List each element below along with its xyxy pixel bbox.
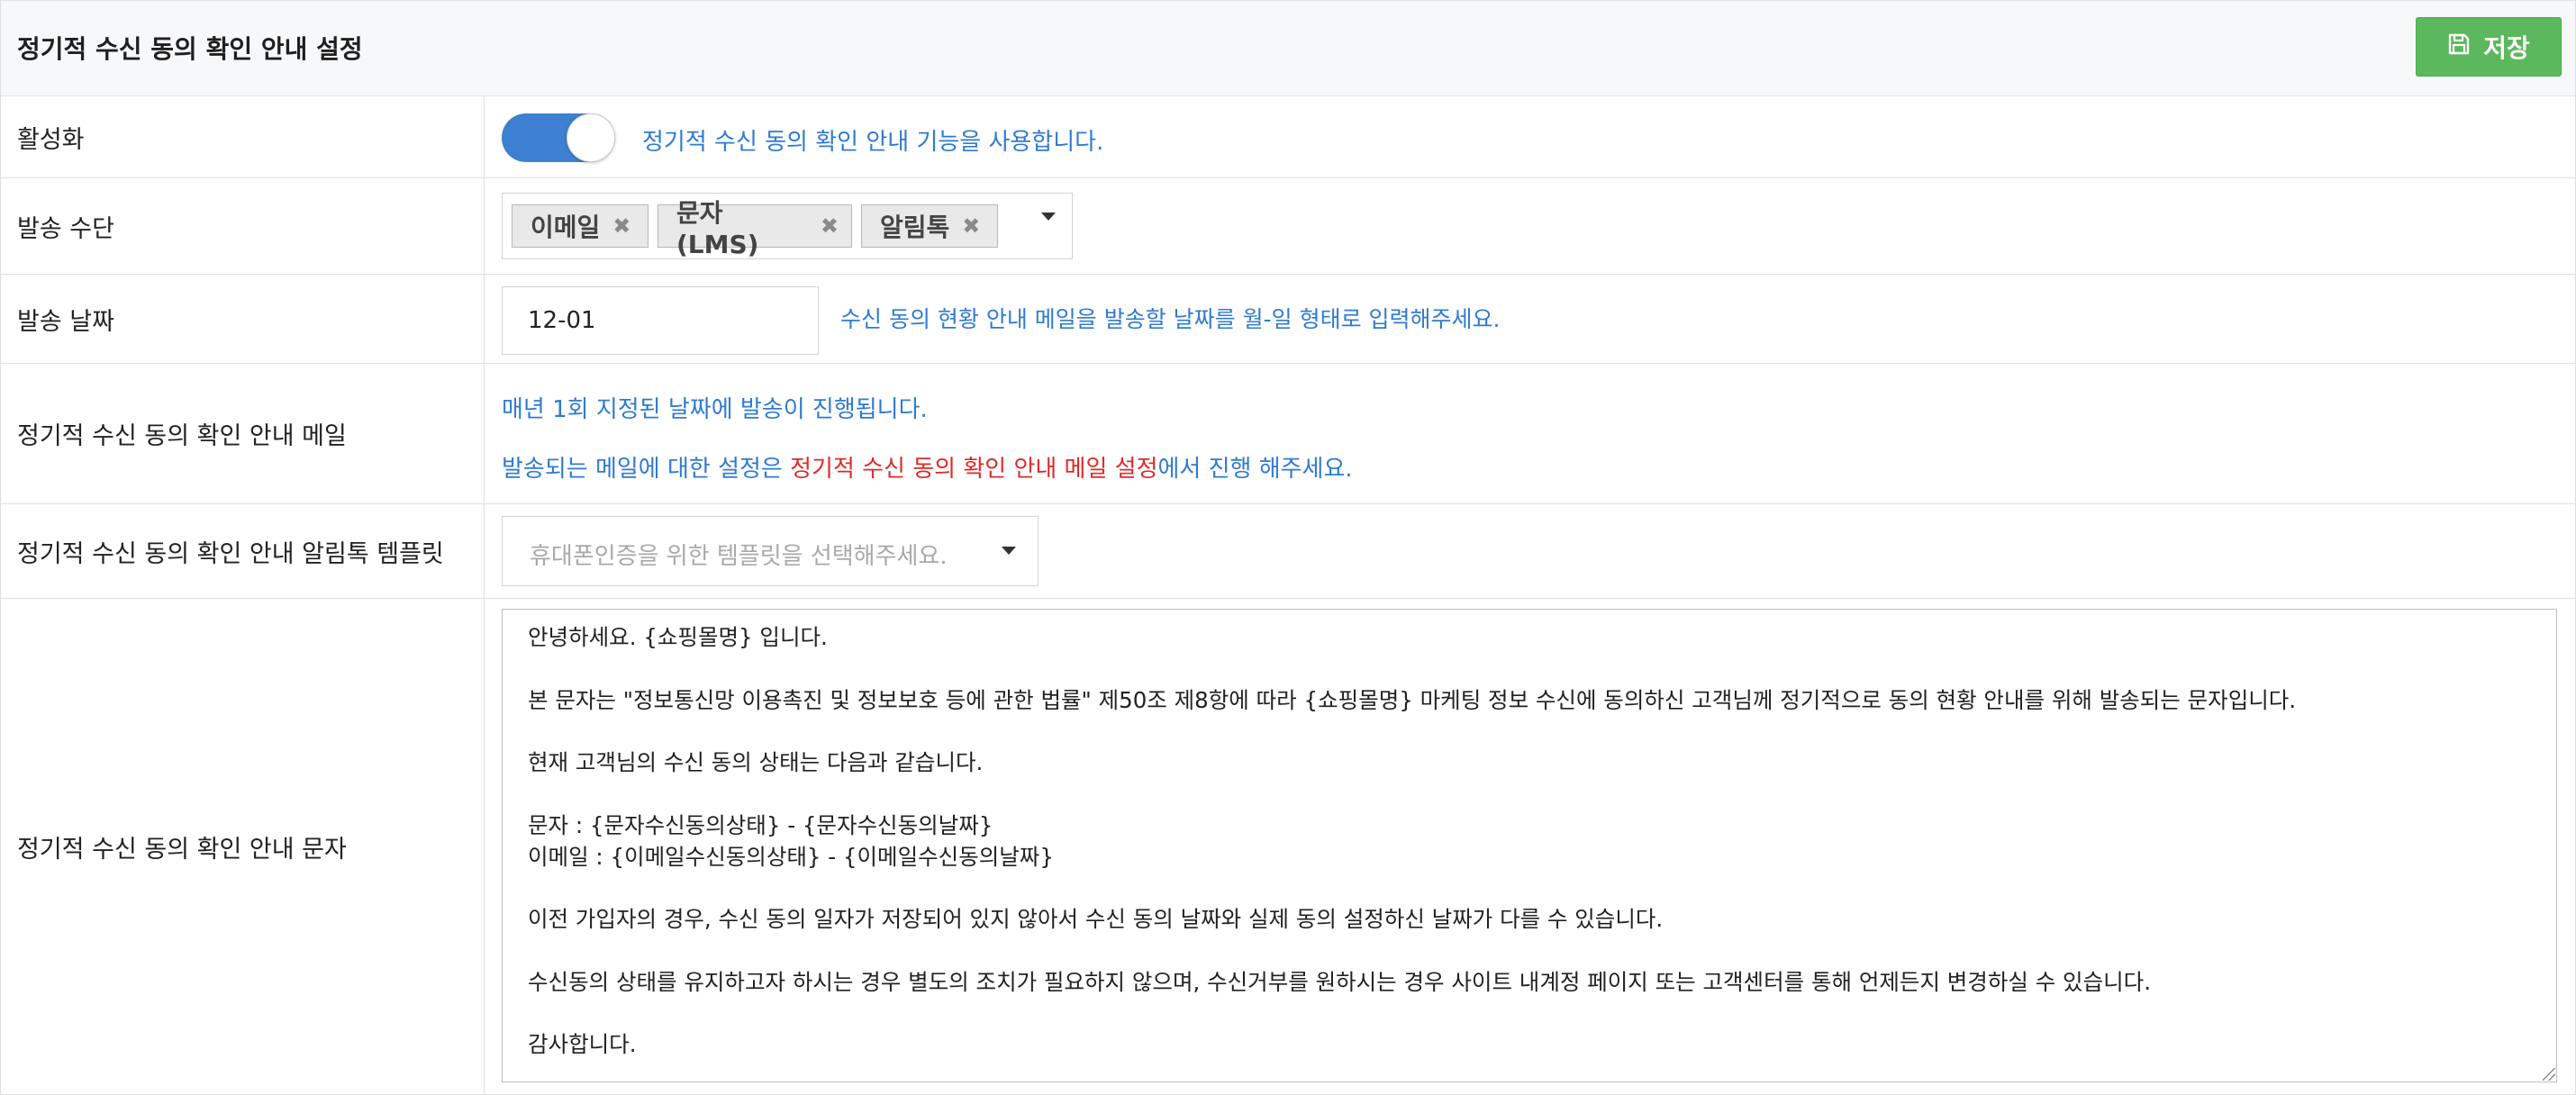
alimtalk-template-value: 휴대폰인증을 위한 템플릿을 선택해주세요. [485, 504, 2575, 598]
page-title: 정기적 수신 동의 확인 안내 설정 [17, 34, 363, 64]
send-method-value: 이메일 ✖ 문자 (LMS) ✖ 알림톡 ✖ [485, 178, 2575, 274]
send-date-input[interactable] [502, 286, 819, 355]
tag-alimtalk: 알림톡 ✖ [861, 204, 998, 248]
send-method-label: 발송 수단 [1, 178, 485, 274]
toggle-knob [567, 113, 615, 162]
send-method-multiselect[interactable]: 이메일 ✖ 문자 (LMS) ✖ 알림톡 ✖ [502, 193, 1073, 259]
send-method-row: 발송 수단 이메일 ✖ 문자 (LMS) ✖ 알림톡 ✖ [1, 178, 2575, 275]
alimtalk-template-row: 정기적 수신 동의 확인 안내 알림톡 템플릿 휴대폰인증을 위한 템플릿을 선… [1, 504, 2575, 599]
mail-settings-link[interactable]: 정기적 수신 동의 확인 안내 메일 설정 [790, 456, 1157, 483]
mail-info-line: 매년 1회 지정된 날짜에 발송이 진행됩니다. [502, 396, 928, 423]
tag-label: 알림톡 [880, 213, 950, 242]
mail-settings-line: 발송되는 메일에 대한 설정은 정기적 수신 동의 확인 안내 메일 설정에서 … [502, 450, 1353, 484]
mail-settings-prefix: 발송되는 메일에 대한 설정은 [502, 456, 791, 483]
send-date-help: 수신 동의 현황 안내 메일을 발송할 날짜를 월-일 형태로 입력해주세요. [840, 306, 1501, 332]
mail-value: 매년 1회 지정된 날짜에 발송이 진행됩니다. 발송되는 메일에 대한 설정은… [485, 364, 2575, 503]
save-button[interactable]: 저장 [2416, 17, 2562, 77]
resize-handle-icon[interactable] [2543, 1068, 2555, 1081]
tag-label: 이메일 [531, 213, 601, 242]
save-button-label: 저장 [2483, 33, 2530, 63]
mail-row: 정기적 수신 동의 확인 안내 메일 매년 1회 지정된 날짜에 발송이 진행됩… [1, 364, 2575, 504]
tag-email: 이메일 ✖ [512, 204, 649, 248]
sms-message-textarea[interactable] [502, 609, 2557, 1082]
select-placeholder: 휴대폰인증을 위한 템플릿을 선택해주세요. [530, 543, 948, 570]
chevron-down-icon[interactable] [1041, 213, 1056, 221]
activation-description: 정기적 수신 동의 확인 안내 기능을 사용합니다. [642, 129, 1104, 156]
send-date-value: 수신 동의 현황 안내 메일을 발송할 날짜를 월-일 형태로 입력해주세요. [485, 275, 2575, 363]
settings-panel: 정기적 수신 동의 확인 안내 설정 저장 활성화 정기적 수신 동의 확인 안… [0, 0, 2576, 1095]
panel-header: 정기적 수신 동의 확인 안내 설정 저장 [1, 1, 2575, 96]
activation-toggle[interactable] [502, 113, 615, 162]
mail-settings-suffix: 에서 진행 해주세요. [1157, 456, 1353, 483]
mail-label: 정기적 수신 동의 확인 안내 메일 [1, 364, 485, 503]
close-icon[interactable]: ✖ [821, 213, 839, 239]
tag-sms-lms: 문자 (LMS) ✖ [658, 198, 852, 259]
alimtalk-template-label: 정기적 수신 동의 확인 안내 알림톡 템플릿 [1, 504, 485, 598]
sms-label: 정기적 수신 동의 확인 안내 문자 [1, 599, 485, 1094]
close-icon[interactable]: ✖ [962, 213, 980, 239]
activation-label: 활성화 [1, 96, 485, 177]
chevron-down-icon[interactable] [1002, 547, 1016, 555]
alimtalk-template-select[interactable]: 휴대폰인증을 위한 템플릿을 선택해주세요. [502, 516, 1039, 586]
send-date-row: 발송 날짜 수신 동의 현황 안내 메일을 발송할 날짜를 월-일 형태로 입력… [1, 275, 2575, 364]
send-date-label: 발송 날짜 [1, 275, 485, 363]
close-icon[interactable]: ✖ [612, 213, 630, 239]
floppy-disk-icon [2447, 32, 2471, 62]
sms-value [485, 599, 2575, 1094]
tag-label: 문자 (LMS) [676, 197, 759, 259]
sms-row: 정기적 수신 동의 확인 안내 문자 [1, 599, 2575, 1094]
activation-row: 활성화 정기적 수신 동의 확인 안내 기능을 사용합니다. [1, 96, 2575, 178]
activation-value: 정기적 수신 동의 확인 안내 기능을 사용합니다. [485, 96, 2575, 177]
